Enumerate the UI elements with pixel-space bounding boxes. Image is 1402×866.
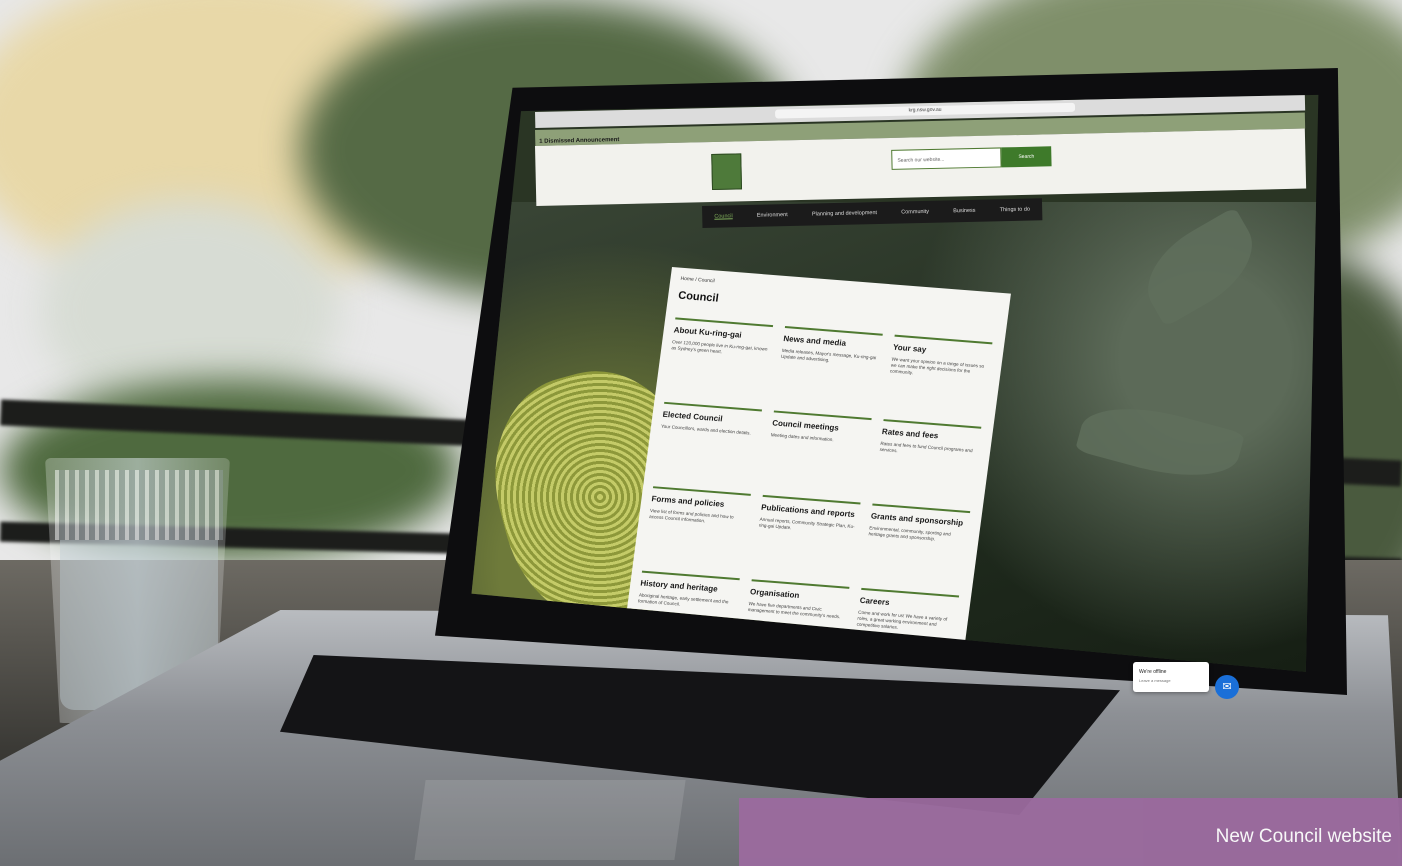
tile-desc: Over 120,000 people live in Ku-ring-gai,… — [671, 338, 768, 354]
tile[interactable]: Forms and policies View list of forms an… — [649, 486, 751, 527]
tile[interactable]: Rates and fees Rates and fees to fund Co… — [879, 419, 982, 460]
tile-desc: We want your opinion on a range of issue… — [889, 356, 985, 376]
tile[interactable]: Careers Come and work for us! We have a … — [856, 587, 960, 635]
photo-scene: krg.nsw.gov.au 1 Dismissed Announcement … — [0, 0, 1402, 866]
council-logo[interactable] — [711, 153, 743, 190]
nav-item-business[interactable]: Business — [953, 208, 975, 215]
laptop-touchpad — [414, 780, 686, 860]
tile-title: Elected Council — [662, 409, 724, 423]
tile[interactable]: Your say We want your opinion on a range… — [889, 334, 993, 382]
caption-banner: New Council website — [739, 798, 1402, 866]
tile-desc: We have five departments and Civic manag… — [747, 600, 841, 619]
caption-text: New Council website — [1215, 826, 1392, 847]
chat-sub: Leave a message — [1139, 678, 1171, 683]
tile[interactable]: News and media Media releases, Mayor's m… — [781, 326, 883, 367]
glass-ribs — [55, 470, 223, 540]
chat-widget[interactable]: We're offline Leave a message — [1133, 662, 1209, 692]
tile-desc: Aboriginal heritage, early settlement an… — [637, 591, 729, 607]
chat-status: We're offline — [1139, 669, 1167, 675]
nav-item-council[interactable]: Council — [714, 213, 732, 219]
tile-desc: Environmental, community, sporting and h… — [868, 524, 952, 542]
tile[interactable]: Elected Council Your Councillors, wards … — [660, 401, 763, 437]
nav-item-community[interactable]: Community — [901, 209, 929, 216]
tile[interactable]: Council meetings Meeting dates and infor… — [770, 410, 872, 445]
tile-desc: Media releases, Mayor's message, Ku-ring… — [780, 347, 877, 363]
tile-desc: Rates and fees to fund Council programs … — [879, 440, 974, 453]
tile-desc: Your Councillors, wards and election det… — [660, 423, 752, 436]
tile[interactable]: Organisation We have five departments an… — [747, 579, 850, 620]
tile[interactable]: Publications and reports Annual reports,… — [758, 494, 861, 536]
address-bar[interactable]: krg.nsw.gov.au — [775, 102, 1076, 119]
tile-desc: View list of forms and policies and how … — [648, 507, 735, 524]
tile[interactable]: About Ku-ring-gai Over 120,000 people li… — [671, 317, 774, 358]
tile[interactable]: History and heritage Aboriginal heritage… — [637, 570, 740, 612]
search-input[interactable]: Search our website... — [891, 147, 1002, 170]
breadcrumb[interactable]: Home / Council — [680, 276, 715, 285]
search-button[interactable]: Search — [1001, 146, 1052, 168]
tile[interactable]: Grants and sponsorship Environmental, co… — [868, 503, 971, 544]
page-title: Council — [677, 289, 720, 305]
tile-desc: Annual reports, Community Strategic Plan… — [758, 516, 856, 530]
nav-item-planning[interactable]: Planning and development — [812, 210, 877, 217]
nav-item-environment[interactable]: Environment — [757, 212, 788, 219]
chat-icon[interactable]: ✉ — [1215, 675, 1239, 699]
nav-item-things-to-do[interactable]: Things to do — [1000, 207, 1030, 214]
tile-desc: Meeting dates and information. — [770, 431, 835, 442]
